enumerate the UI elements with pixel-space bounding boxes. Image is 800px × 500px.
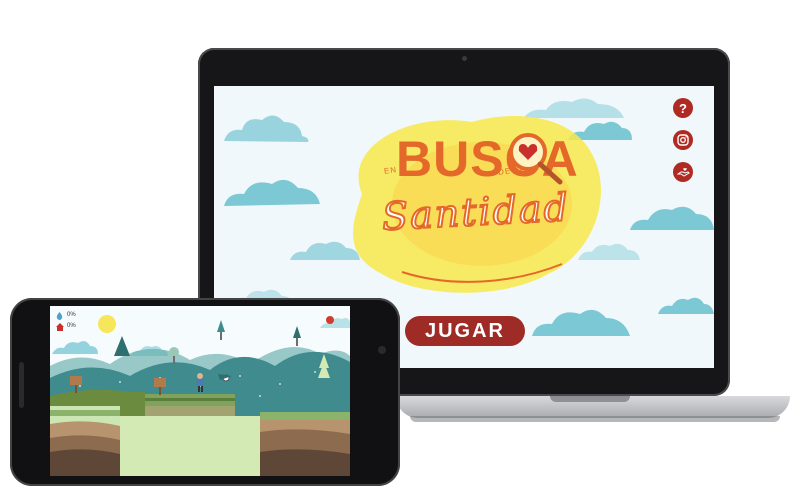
cloud-decoration: [658, 297, 714, 314]
donate-hand-icon: [676, 168, 690, 177]
help-icon: ?: [679, 100, 687, 116]
phone-camera: [378, 346, 386, 354]
water-drop-icon: [56, 312, 63, 320]
laptop-camera: [462, 56, 467, 61]
instagram-icon: [677, 134, 689, 146]
phone-speaker: [19, 362, 24, 408]
house-icon: [56, 323, 64, 331]
hud-house-value: 0%: [67, 323, 76, 329]
laptop-notch: [550, 396, 630, 402]
donate-button[interactable]: [673, 162, 693, 182]
hud-water-value: 0%: [67, 312, 76, 318]
cloud-decoration: [224, 115, 309, 142]
help-button[interactable]: ?: [673, 98, 693, 118]
cloud-decoration: [630, 206, 714, 230]
game-scene: [50, 315, 350, 476]
cloud-decoration: [532, 309, 630, 336]
play-button[interactable]: JUGAR: [405, 316, 525, 346]
cloud-decoration: [224, 179, 320, 206]
instagram-button[interactable]: [673, 130, 693, 150]
laptop-shadow: [410, 416, 780, 422]
phone-game-screen: 0% 0%: [50, 306, 350, 476]
magnifier-heart-icon: [509, 133, 563, 185]
